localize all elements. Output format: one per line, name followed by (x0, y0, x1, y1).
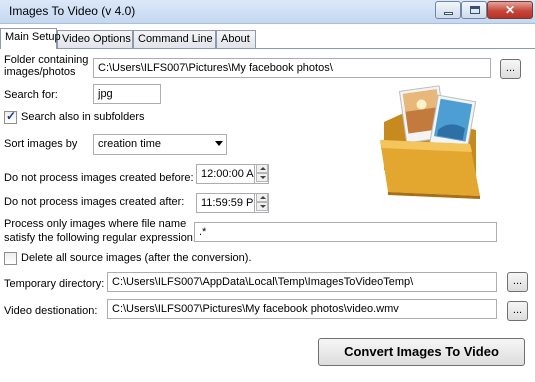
tab-divider (0, 48, 535, 49)
tab-strip: Main Setup Video Options Command Line Ab… (0, 28, 535, 49)
delete-source-checkbox[interactable] (4, 252, 17, 265)
sort-label: Sort images by (4, 138, 78, 150)
sort-select[interactable]: creation time (93, 134, 227, 155)
subfolders-checkbox[interactable]: ✓ (4, 109, 17, 124)
folder-browse-button[interactable]: ... (500, 59, 521, 79)
title-bar: Images To Video (v 4.0) ✕ (0, 0, 535, 24)
temp-dir-label: Temporary directory: (4, 278, 105, 290)
spin-down-icon[interactable] (256, 202, 268, 211)
before-time-spinner[interactable] (254, 165, 268, 183)
tab-about[interactable]: About (216, 30, 256, 49)
regex-input[interactable]: .* (194, 222, 497, 242)
tab-video-options[interactable]: Video Options (57, 30, 133, 49)
maximize-icon (470, 6, 480, 14)
destination-browse-button[interactable]: ... (507, 301, 528, 321)
after-time-value: 11:59:59 P (201, 197, 254, 209)
after-label: Do not process images created after: (4, 196, 185, 208)
after-time-input[interactable]: 11:59:59 P (196, 193, 269, 213)
close-icon: ✕ (504, 3, 516, 17)
spin-down-icon[interactable] (256, 173, 268, 182)
convert-button[interactable]: Convert Images To Video (318, 338, 525, 366)
after-time-spinner[interactable] (254, 194, 268, 212)
app-window: Images To Video (v 4.0) ✕ Main Setup Vid… (0, 0, 535, 382)
temp-dir-input[interactable]: C:\Users\ILFS007\AppData\Local\Temp\Imag… (107, 272, 497, 292)
sort-select-value: creation time (98, 138, 161, 150)
window-title: Images To Video (v 4.0) (9, 4, 136, 18)
close-button[interactable]: ✕ (487, 1, 533, 19)
maximize-button[interactable] (461, 1, 487, 19)
regex-label-line2: satisfy the following regular expression… (4, 232, 196, 244)
minimize-button[interactable] (435, 1, 461, 19)
spin-up-icon[interactable] (256, 194, 268, 202)
search-extension-input[interactable]: jpg (93, 84, 161, 104)
minimize-icon (444, 12, 453, 15)
before-time-value: 12:00:00 A (201, 168, 254, 180)
before-label: Do not process images created before: (4, 172, 194, 184)
subfolders-label: Search also in subfolders (21, 111, 145, 123)
destination-label: Video destionation: (4, 305, 98, 317)
tab-command-line[interactable]: Command Line (133, 30, 216, 49)
spin-up-icon[interactable] (256, 165, 268, 173)
folder-path-input[interactable]: C:\Users\ILFS007\Pictures\My facebook ph… (93, 58, 491, 78)
delete-source-label: Delete all source images (after the conv… (21, 252, 252, 264)
tab-main-setup[interactable]: Main Setup (0, 28, 61, 49)
before-time-input[interactable]: 12:00:00 A (196, 164, 269, 184)
photo-folder-icon (380, 85, 480, 199)
checkmark-icon: ✓ (6, 109, 17, 123)
search-label: Search for: (4, 89, 58, 101)
folder-label-line2: images/photos (4, 66, 76, 78)
temp-dir-browse-button[interactable]: ... (507, 272, 528, 292)
destination-input[interactable]: C:\Users\ILFS007\Pictures\My facebook ph… (107, 299, 497, 319)
chevron-down-icon (215, 141, 223, 146)
regex-label-line1: Process only images where file name (4, 218, 187, 230)
